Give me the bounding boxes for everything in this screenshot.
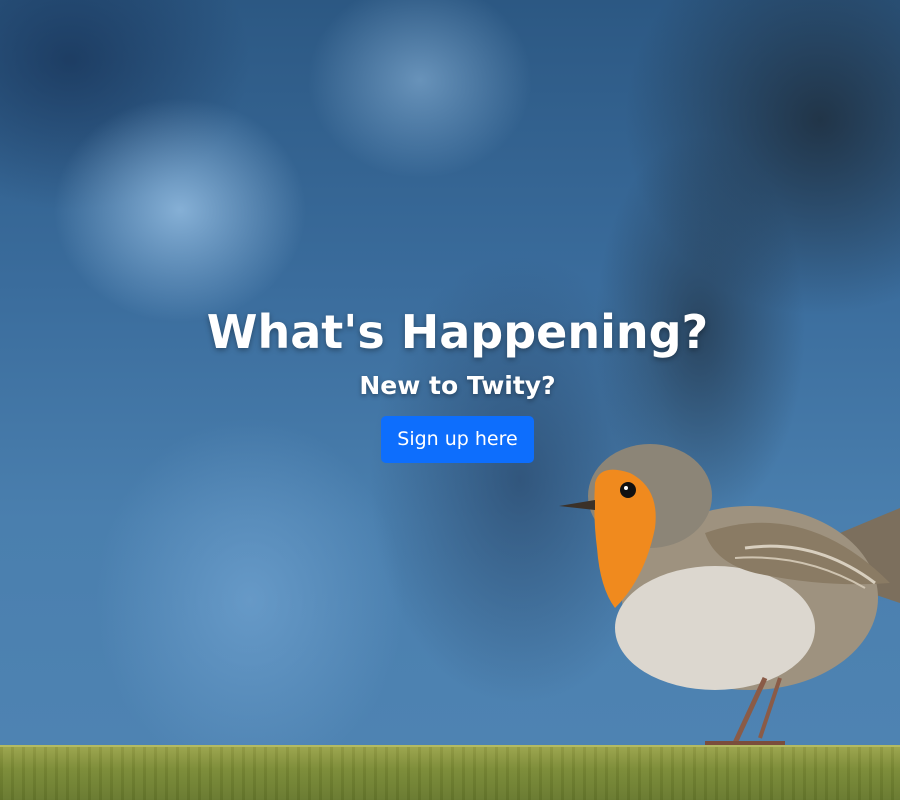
branch-perch [0,745,900,800]
hero-subtitle: New to Twity? [359,371,556,400]
hero-content: What's Happening? New to Twity? Sign up … [0,300,900,463]
robin-bird-image [559,444,900,745]
sign-up-button[interactable]: Sign up here [381,416,534,463]
hero-section: What's Happening? New to Twity? Sign up … [0,0,900,800]
hero-title: What's Happening? [206,305,709,359]
